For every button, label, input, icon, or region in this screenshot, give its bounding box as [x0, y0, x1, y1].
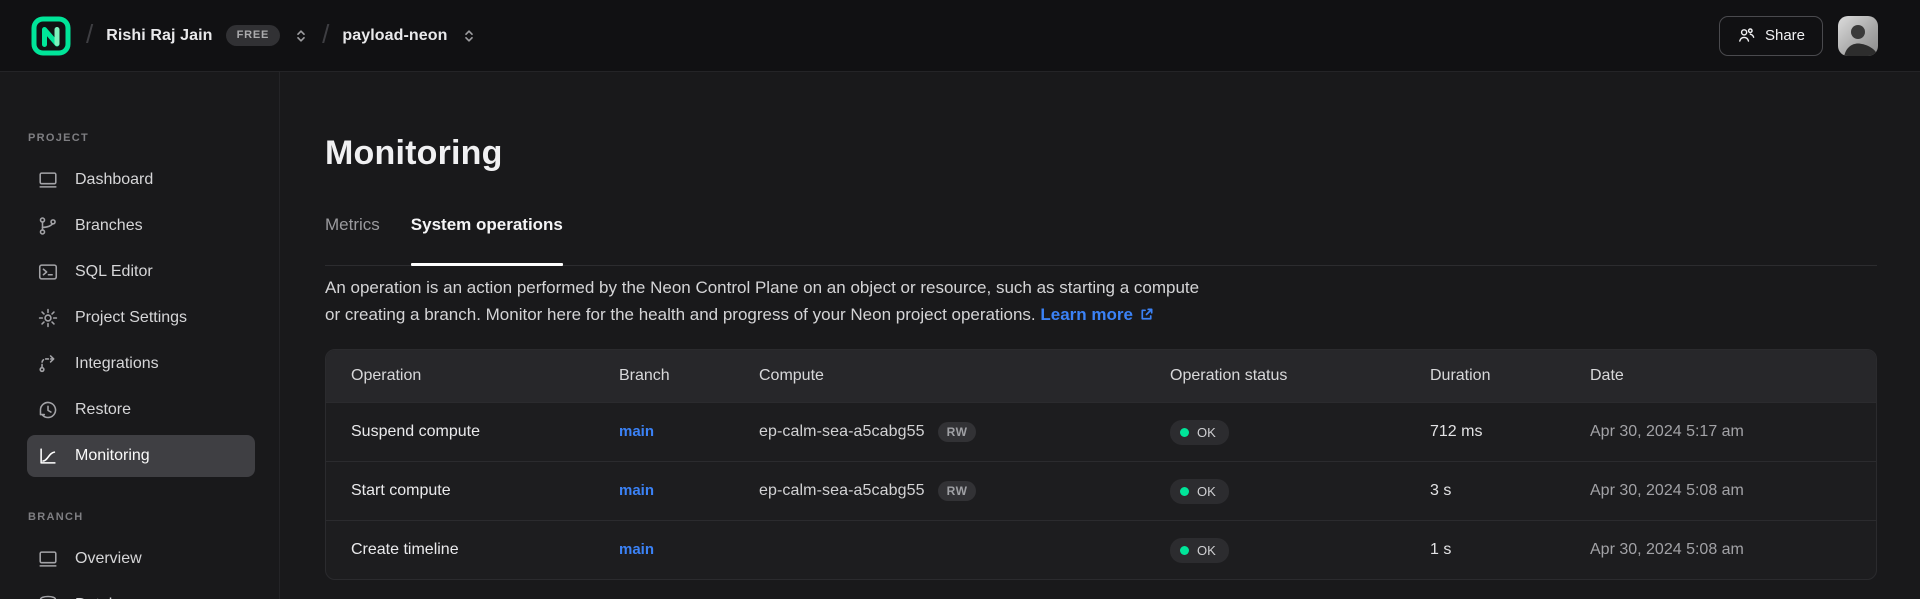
sidebar-item-project-settings[interactable]: Project Settings [27, 297, 255, 339]
table-row: Suspend compute main ep-calm-sea-a5cabg5… [326, 402, 1876, 461]
sidebar-section-branch: BRANCH [0, 511, 255, 524]
sidebar-item-integrations[interactable]: Integrations [27, 343, 255, 385]
operation-cell: Suspend compute [351, 423, 619, 441]
compute-cell: ep-calm-sea-a5cabg55 RW [759, 422, 1170, 442]
status-ok-dot [1180, 546, 1189, 555]
branch-link[interactable]: main [619, 423, 654, 440]
column-header-operation: Operation [351, 367, 619, 385]
branch-link[interactable]: main [619, 541, 654, 558]
compute-rw-badge: RW [938, 481, 977, 501]
page-title: Monitoring [325, 134, 1877, 172]
sidebar-item-label: Monitoring [75, 447, 150, 465]
integrations-icon [37, 353, 59, 375]
chevron-up-down-icon [293, 28, 309, 44]
databases-icon [37, 594, 59, 599]
duration-cell: 3 s [1430, 482, 1590, 500]
learn-more-link[interactable]: Learn more [1040, 301, 1154, 328]
sidebar-item-label: Overview [75, 550, 142, 568]
table-header-row: Operation Branch Compute Operation statu… [326, 350, 1876, 402]
duration-cell: 1 s [1430, 541, 1590, 559]
table-row: Start compute main ep-calm-sea-a5cabg55 … [326, 461, 1876, 520]
topbar-right: Share [1719, 16, 1878, 56]
sidebar-item-label: Branches [75, 217, 143, 235]
operation-cell: Create timeline [351, 541, 619, 559]
user-avatar[interactable] [1838, 16, 1878, 56]
dashboard-icon [37, 169, 59, 191]
table-row: Create timeline main OK 1 s Apr 30, 2024… [326, 520, 1876, 579]
sidebar-item-restore[interactable]: Restore [27, 389, 255, 431]
operations-description: An operation is an action performed by t… [325, 274, 1877, 328]
sidebar-item-label: Restore [75, 401, 131, 419]
breadcrumb-project[interactable]: payload-neon [342, 27, 476, 45]
monitoring-icon [37, 445, 59, 467]
sidebar-item-sql-editor[interactable]: SQL Editor [27, 251, 255, 293]
date-cell: Apr 30, 2024 5:08 am [1590, 541, 1851, 559]
share-button-label: Share [1765, 27, 1805, 44]
column-header-date: Date [1590, 367, 1851, 385]
sidebar-item-databases[interactable]: Databases [27, 584, 255, 599]
breadcrumb-org[interactable]: Rishi Raj Jain FREE [106, 25, 309, 46]
sidebar: PROJECT Dashboard Branches SQL Editor [0, 72, 280, 599]
status-ok-dot [1180, 428, 1189, 437]
operation-cell: Start compute [351, 482, 619, 500]
external-link-icon [1139, 307, 1154, 322]
duration-cell: 712 ms [1430, 423, 1590, 441]
restore-icon [37, 399, 59, 421]
status-label: OK [1197, 484, 1216, 499]
sidebar-item-monitoring[interactable]: Monitoring [27, 435, 255, 477]
sidebar-item-branches[interactable]: Branches [27, 205, 255, 247]
date-cell: Apr 30, 2024 5:08 am [1590, 482, 1851, 500]
sidebar-item-label: Integrations [75, 355, 159, 373]
chevron-up-down-icon [461, 28, 477, 44]
column-header-compute: Compute [759, 367, 1170, 385]
status-ok-dot [1180, 487, 1189, 496]
status-label: OK [1197, 425, 1216, 440]
tab-metrics[interactable]: Metrics [325, 214, 380, 265]
tabs: Metrics System operations [325, 214, 1877, 266]
tab-system-operations[interactable]: System operations [411, 214, 563, 265]
status-badge: OK [1170, 479, 1229, 504]
breadcrumb-separator: / [86, 19, 93, 50]
project-name: payload-neon [342, 27, 447, 45]
share-button[interactable]: Share [1719, 16, 1823, 56]
learn-more-label: Learn more [1040, 301, 1133, 328]
sidebar-item-label: Project Settings [75, 309, 187, 327]
sidebar-item-overview[interactable]: Overview [27, 538, 255, 580]
plan-badge: FREE [226, 25, 281, 46]
compute-name: ep-calm-sea-a5cabg55 [759, 423, 925, 441]
branch-link[interactable]: main [619, 482, 654, 499]
compute-name: ep-calm-sea-a5cabg55 [759, 482, 925, 500]
sidebar-item-label: Dashboard [75, 171, 153, 189]
sidebar-item-dashboard[interactable]: Dashboard [27, 159, 255, 201]
topbar: / Rishi Raj Jain FREE / payload-neon [0, 0, 1920, 72]
description-line-2: or creating a branch. Monitor here for t… [325, 305, 1036, 324]
status-badge: OK [1170, 420, 1229, 445]
column-header-operation-status: Operation status [1170, 367, 1430, 385]
status-label: OK [1197, 543, 1216, 558]
main-content: Monitoring Metrics System operations An … [281, 72, 1920, 599]
branches-icon [37, 215, 59, 237]
column-header-branch: Branch [619, 367, 759, 385]
column-header-duration: Duration [1430, 367, 1590, 385]
sidebar-section-project: PROJECT [0, 132, 255, 145]
neon-logo[interactable] [29, 14, 73, 58]
description-line-1: An operation is an action performed by t… [325, 278, 1199, 297]
users-icon [1737, 26, 1756, 45]
sql-editor-icon [37, 261, 59, 283]
compute-cell: ep-calm-sea-a5cabg55 RW [759, 481, 1170, 501]
org-name: Rishi Raj Jain [106, 27, 212, 45]
date-cell: Apr 30, 2024 5:17 am [1590, 423, 1851, 441]
status-badge: OK [1170, 538, 1229, 563]
sidebar-item-label: SQL Editor [75, 263, 153, 281]
gear-icon [37, 307, 59, 329]
overview-icon [37, 548, 59, 570]
operations-table: Operation Branch Compute Operation statu… [325, 349, 1877, 580]
compute-rw-badge: RW [938, 422, 977, 442]
breadcrumb-separator: / [322, 19, 329, 50]
